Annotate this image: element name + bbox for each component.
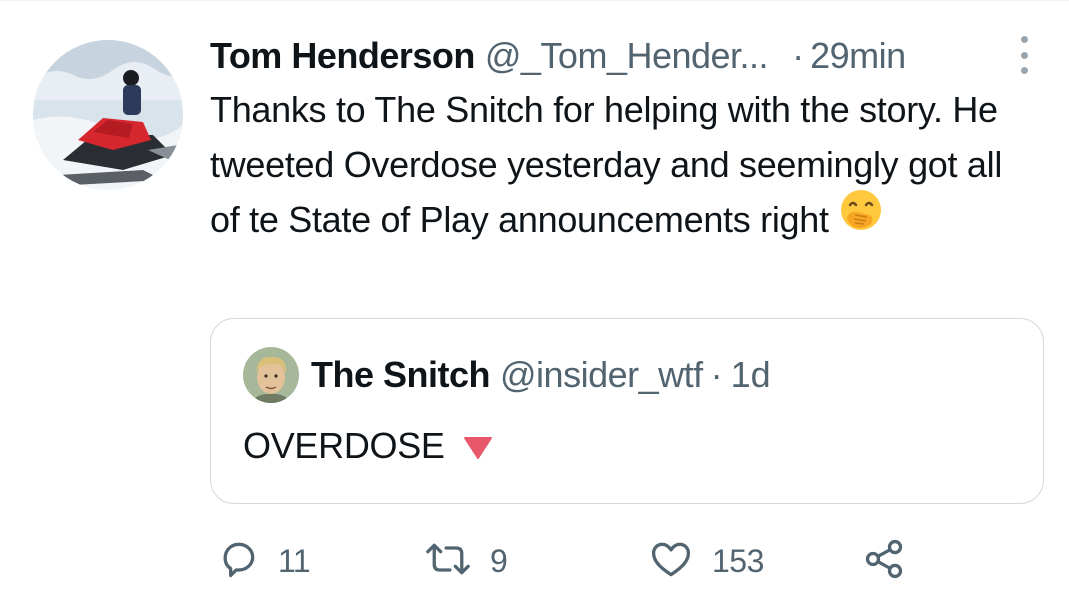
top-divider xyxy=(0,0,1069,1)
retweet-icon xyxy=(424,537,472,586)
tweet-text: Thanks to The Snitch for helping with th… xyxy=(210,89,1003,240)
quoted-author-name[interactable]: The Snitch xyxy=(311,354,491,396)
quoted-tweet-card[interactable]: The Snitch @insider_wtf · 1d OVERDOSE xyxy=(210,318,1044,504)
author-handle[interactable]: @_Tom_Hender... xyxy=(485,35,769,77)
share-button[interactable] xyxy=(860,536,908,586)
face-with-hand-over-mouth-emoji-icon xyxy=(839,188,883,247)
share-icon xyxy=(860,537,908,586)
reply-button[interactable]: 11 xyxy=(216,536,311,586)
red-triangle-pointed-down-icon xyxy=(463,427,493,469)
quoted-author-avatar[interactable] xyxy=(243,347,299,403)
separator-dot: · xyxy=(710,354,723,395)
like-button[interactable]: 153 xyxy=(648,536,764,586)
retweet-count: 9 xyxy=(490,542,508,579)
more-dot xyxy=(1020,51,1028,59)
tweet-body: Thanks to The Snitch for helping with th… xyxy=(210,82,1010,247)
separator-dot: · xyxy=(792,35,805,76)
tweet-actions-bar: 11 9 153 xyxy=(0,536,1069,586)
more-options-icon[interactable] xyxy=(1016,36,1032,74)
quoted-tweet-text: OVERDOSE xyxy=(243,425,445,466)
retweet-button[interactable]: 9 xyxy=(424,536,508,586)
heart-icon xyxy=(648,537,694,586)
tweet-time[interactable]: 29min xyxy=(810,35,906,77)
tweet-header: Tom Henderson @_Tom_Hender... · 29min xyxy=(210,32,1039,80)
quoted-tweet-body: OVERDOSE xyxy=(243,423,493,469)
reply-icon xyxy=(216,537,260,586)
quoted-tweet-header: The Snitch @insider_wtf · 1d xyxy=(311,349,771,401)
like-count: 153 xyxy=(712,542,764,579)
quoted-tweet-time[interactable]: 1d xyxy=(731,354,771,396)
more-dot xyxy=(1020,67,1028,74)
author-name[interactable]: Tom Henderson xyxy=(210,35,475,77)
more-dot xyxy=(1020,36,1028,43)
author-avatar[interactable] xyxy=(33,40,183,190)
quoted-author-handle[interactable]: @insider_wtf xyxy=(500,354,703,396)
reply-count: 11 xyxy=(278,542,311,579)
